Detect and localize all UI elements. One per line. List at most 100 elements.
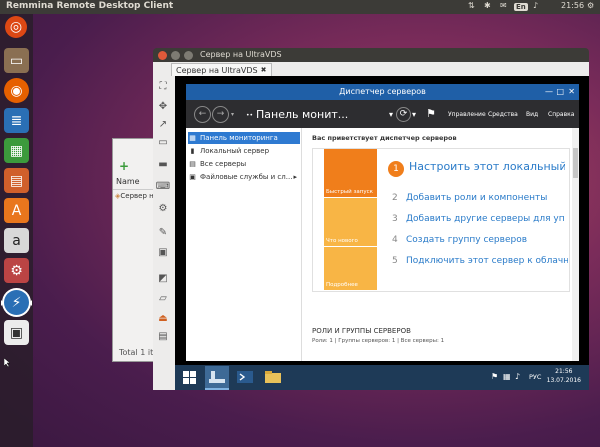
windows-time: 21:56	[555, 368, 573, 375]
taskbar-server-manager-icon[interactable]	[205, 366, 229, 390]
remote-desktop-view[interactable]: Диспетчер серверов — □ ✕ ← → ▾ •• Панель…	[175, 76, 589, 390]
files-icon[interactable]: ▭	[4, 48, 29, 73]
tab-close-icon[interactable]: ✖	[261, 66, 267, 74]
step-4[interactable]: 4 Создать группу серверов	[392, 235, 527, 245]
forward-arrow-icon[interactable]: →	[212, 106, 229, 123]
volume-icon[interactable]: ♪	[533, 1, 538, 10]
scroll-icon[interactable]: ✥	[156, 100, 170, 112]
minimize-remote-icon[interactable]: —	[545, 87, 553, 96]
impress-icon[interactable]: ▤	[4, 168, 29, 193]
menu-help[interactable]: Справка	[548, 111, 574, 118]
step-4-number: 4	[392, 235, 398, 245]
step-5[interactable]: 5 Подключить этот сервер к облачным	[392, 256, 568, 266]
history-dropdown-icon[interactable]: ▾	[231, 111, 234, 118]
ubuntu-dash-icon[interactable]: ◎	[5, 16, 27, 38]
network-tray-icon[interactable]: ▦	[503, 372, 511, 381]
window-titlebar[interactable]: Сервер на UltraVDS	[153, 48, 589, 62]
nav-all-servers-label: Все серверы	[200, 160, 247, 168]
grab-keyboard-icon[interactable]: ⌨	[156, 180, 170, 192]
keyboard-layout-label: En	[514, 3, 528, 11]
server-manager-window[interactable]: Диспетчер серверов — □ ✕ ← → ▾ •• Панель…	[186, 84, 579, 361]
flag-tray-icon[interactable]: ⚑	[491, 372, 498, 381]
local-server-icon: ▮	[190, 147, 195, 155]
windows-taskbar: ⚑ ▦ ♪ РУС 21:56 13.07.2016	[175, 365, 589, 390]
nav-dashboard-label: Панель мониторинга	[200, 134, 278, 142]
breadcrumb-dropdown-icon[interactable]: ▾	[389, 110, 393, 119]
tile-learn-more-label: Подробнее	[326, 282, 358, 288]
windows-date: 13.07.2016	[546, 377, 581, 384]
step-2[interactable]: 2 Добавить роли и компоненты	[392, 193, 547, 203]
input-language[interactable]: РУС	[529, 373, 541, 381]
step-3[interactable]: 3 Добавить другие серверы для уп	[392, 214, 568, 224]
refresh-dropdown-icon[interactable]: ▾	[412, 110, 416, 119]
close-remote-icon[interactable]: ✕	[568, 87, 575, 96]
tab-connection[interactable]: Сервер на UltraVDS ✖	[171, 63, 272, 76]
screenshot-icon[interactable]: ▣	[156, 246, 170, 258]
nav-dashboard[interactable]: ▦ Панель мониторинга	[188, 132, 300, 144]
dashboard-icon: ▦	[189, 134, 196, 142]
preferences-icon[interactable]: ⚙	[156, 202, 170, 214]
save-drive-icon[interactable]: ▣	[4, 320, 29, 345]
keyboard-layout-indicator[interactable]: En	[514, 2, 528, 11]
duplicate-icon[interactable]: ▤	[156, 330, 170, 342]
amazon-icon[interactable]: a	[4, 228, 29, 253]
tile-whats-new[interactable]: Что нового	[324, 198, 377, 246]
nav-all-servers[interactable]: ▤ Все серверы	[188, 158, 300, 170]
windows-start-icon[interactable]	[177, 366, 201, 388]
server-manager-navbar: ← → ▾ •• Панель монит... ▾ ⟳ ▾ ⚑ Управле…	[186, 100, 579, 128]
remmina-icon[interactable]: ⚡	[4, 290, 29, 315]
tools-icon[interactable]: ✎	[156, 226, 170, 238]
focused-indicator	[29, 300, 32, 306]
breadcrumb-separator: ••	[246, 112, 254, 119]
step-2-number: 2	[392, 193, 398, 203]
minimize-icon[interactable]: ▱	[156, 292, 170, 304]
step-1-number: 1	[388, 161, 404, 177]
nav-local-server[interactable]: ▮ Локальный сервер	[188, 145, 300, 157]
maximize-remote-icon[interactable]: □	[556, 87, 564, 96]
view-only-icon[interactable]: ↗	[156, 118, 170, 130]
nav-file-services[interactable]: ▣ Файловые службы и сл... ▸	[188, 171, 300, 183]
power-gear-icon[interactable]: ⚙	[587, 1, 594, 10]
screenshot-save-icon[interactable]: ◩	[156, 272, 170, 284]
windows-clock[interactable]: 21:56 13.07.2016	[547, 367, 581, 385]
tile-quick-start-label: Быстрый запуск	[326, 189, 373, 195]
taskbar-powershell-icon[interactable]	[233, 366, 257, 388]
clock[interactable]: 21:56	[561, 1, 584, 10]
taskbar-explorer-icon[interactable]	[261, 366, 285, 388]
mail-icon[interactable]: ✉	[500, 1, 507, 10]
remmina-connection-window[interactable]: Сервер на UltraVDS Сервер на UltraVDS ✖ …	[153, 48, 589, 390]
calc-icon[interactable]: ▦	[4, 138, 29, 163]
step-3-number: 3	[392, 214, 398, 224]
writer-icon[interactable]: ≣	[4, 108, 29, 133]
volume-tray-icon[interactable]: ♪	[515, 372, 520, 381]
disconnect-icon[interactable]: ⏏	[156, 312, 170, 324]
menu-view[interactable]: Вид	[526, 111, 538, 118]
fullscreen-icon[interactable]: ⛶	[156, 80, 170, 92]
content-scrollbar[interactable]	[572, 128, 579, 361]
menu-manage[interactable]: Управление	[448, 111, 486, 118]
add-connection-icon[interactable]: +	[119, 159, 129, 173]
notifications-flag-icon[interactable]: ⚑	[426, 107, 436, 120]
back-arrow-icon[interactable]: ←	[194, 106, 211, 123]
expand-chevron-icon[interactable]: ▸	[293, 171, 297, 183]
step-1-link[interactable]: Настроить этот локальный се	[409, 160, 565, 173]
tile-quick-start[interactable]: Быстрый запуск	[324, 149, 377, 197]
firefox-icon[interactable]: ◉	[4, 78, 29, 103]
software-center-icon[interactable]: A	[4, 198, 29, 223]
bluetooth-icon[interactable]: ✱	[484, 1, 491, 10]
menu-tools[interactable]: Средства	[488, 111, 518, 118]
tile-learn-more[interactable]: Подробнее	[324, 247, 377, 290]
close-window-button[interactable]	[158, 51, 167, 60]
running-indicator	[1, 300, 4, 306]
maximize-window-button[interactable]	[184, 51, 193, 60]
system-settings-icon[interactable]: ⚙	[4, 258, 29, 283]
network-icon[interactable]: ⇅	[468, 1, 475, 10]
minimize-window-button[interactable]	[171, 51, 180, 60]
refresh-icon[interactable]: ⟳	[396, 107, 411, 122]
toolbar-toggle-icon[interactable]: ▬	[156, 158, 170, 170]
all-servers-icon: ▤	[189, 160, 196, 168]
scrollbar-thumb[interactable]	[573, 148, 578, 178]
connection-name: Сервер н	[120, 192, 154, 200]
dashboard-content: Вас приветствует диспетчер серверов Быст…	[302, 128, 579, 361]
window-mode-icon[interactable]: ▭	[156, 136, 170, 148]
